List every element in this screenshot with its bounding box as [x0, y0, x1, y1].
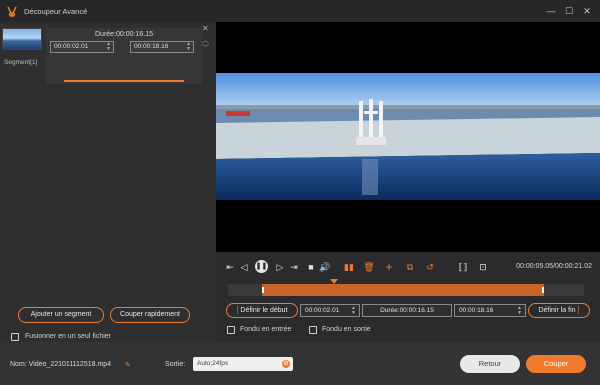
trim-start-field[interactable]: 00:00:02.01 ▲ ▼ [300, 304, 360, 317]
split-icon[interactable]: ▮▮ [343, 261, 355, 273]
segment-start-value: 00:00:02.01 [54, 43, 89, 50]
segment-label: Segment[1] [4, 59, 38, 66]
gear-icon[interactable]: ⚙ [282, 360, 290, 368]
merge-checkbox[interactable] [11, 333, 19, 341]
fade-in-checkbox[interactable] [227, 326, 235, 334]
go-to-end-icon[interactable]: ⇥ [288, 261, 300, 273]
marker-out-icon[interactable]: ⊡ [477, 261, 489, 273]
marker-in-icon[interactable]: ⟦⟧ [457, 261, 469, 273]
output-label: Sortie: [165, 361, 186, 368]
output-format-value: Auto;24fps [197, 360, 229, 367]
merge-label: Fusionner en un seul fichier [25, 333, 111, 340]
video-preview[interactable] [216, 22, 600, 252]
move-down-icon[interactable]: ﹀ [202, 43, 209, 53]
trim-end-value: 00:00:18.16 [459, 307, 494, 314]
close-icon[interactable]: ✕ [578, 2, 596, 20]
playhead-icon[interactable] [330, 279, 338, 284]
set-end-button[interactable]: Définir la fin ] [528, 303, 590, 318]
spinner-icon[interactable]: ▲ ▼ [351, 306, 356, 316]
reset-icon[interactable]: ↺ [424, 261, 436, 273]
spinner-icon[interactable]: ▲ ▼ [517, 306, 522, 316]
spinner-icon[interactable]: ▲ ▼ [106, 42, 111, 52]
cut-button[interactable]: Couper [526, 355, 586, 373]
next-frame-icon[interactable]: ▷ [274, 261, 286, 273]
set-end-label: Définir la fin [538, 307, 576, 314]
timeline-selection[interactable] [262, 284, 544, 296]
set-start-button[interactable]: [ Définir le début [226, 303, 298, 318]
file-name: Nom: Video_221011112518.mp4 [10, 361, 112, 368]
output-format-select[interactable]: Auto;24fps ⚙ [193, 357, 293, 371]
segment-panel: Segment[1] Durée:00:00:16.15 00:00:02.01… [0, 22, 216, 342]
segment-duration: Durée:00:00:16.15 [95, 31, 153, 38]
pause-icon[interactable]: ❚❚ [255, 260, 268, 273]
copy-icon[interactable]: ⧉ [404, 261, 416, 273]
back-button[interactable]: Retour [460, 355, 520, 373]
segment-start-field[interactable]: 00:00:02.01 ▲ ▼ [50, 41, 114, 53]
spinner-icon[interactable]: ▲ ▼ [186, 42, 191, 52]
add-segment-button[interactable]: Ajouter un segment [18, 307, 104, 323]
go-to-start-icon[interactable]: ⇤ [224, 261, 236, 273]
timeline-end-handle[interactable] [542, 287, 544, 293]
title-bar: Découpeur Avancé — ☐ ✕ [0, 0, 600, 22]
fade-in-label: Fondu en entrée [240, 326, 292, 333]
app-logo-icon [6, 5, 18, 17]
timeline-track[interactable] [228, 279, 584, 296]
fade-out-label: Fondu en sortie [322, 326, 371, 333]
playback-time: 00:00:05.05/00:00:21.02 [516, 263, 592, 270]
trim-end-field[interactable]: 00:00:18.16 ▲ ▼ [454, 304, 526, 317]
stop-icon[interactable]: ■ [305, 261, 317, 273]
segment-end-value: 00:00:18.16 [134, 43, 169, 50]
window-title: Découpeur Avancé [24, 6, 88, 16]
video-frame [216, 73, 600, 200]
fade-out-checkbox[interactable] [309, 326, 317, 334]
player-controls: ⇤ ◁ ❚❚ ▷ ⇥ ■ 🔊 ▮▮ 🗑 + ⧉ ↺ ⟦⟧ ⊡ 00:00:05.… [216, 252, 600, 342]
rename-pencil-icon[interactable]: ✎ [125, 361, 131, 369]
quick-cut-button[interactable]: Couper rapidement [110, 307, 190, 323]
minimize-icon[interactable]: — [542, 2, 560, 20]
segment-card[interactable]: Durée:00:00:16.15 00:00:02.01 ▲ ▼ 00:00:1… [46, 28, 202, 84]
trim-start-value: 00:00:02.01 [305, 307, 340, 314]
bracket-close-icon: ] [575, 307, 580, 314]
timeline-start-handle[interactable] [262, 287, 264, 293]
previous-frame-icon[interactable]: ◁ [238, 261, 250, 273]
trash-icon[interactable]: 🗑 [363, 261, 375, 273]
trim-duration: Durée:00:00:16.15 [362, 304, 452, 317]
segment-thumbnail[interactable] [2, 28, 42, 50]
footer-bar: Nom: Video_221011112518.mp4 ✎ Sortie: Au… [0, 342, 600, 385]
segment-range-bar [64, 80, 184, 82]
volume-icon[interactable]: 🔊 [319, 261, 331, 273]
segment-end-field[interactable]: 00:00:18.16 ▲ ▼ [130, 41, 194, 53]
segment-delete-icon[interactable]: ✕ [202, 24, 209, 33]
add-icon[interactable]: + [383, 261, 395, 273]
set-start-label: Définir le début [240, 307, 288, 314]
maximize-icon[interactable]: ☐ [560, 2, 578, 20]
